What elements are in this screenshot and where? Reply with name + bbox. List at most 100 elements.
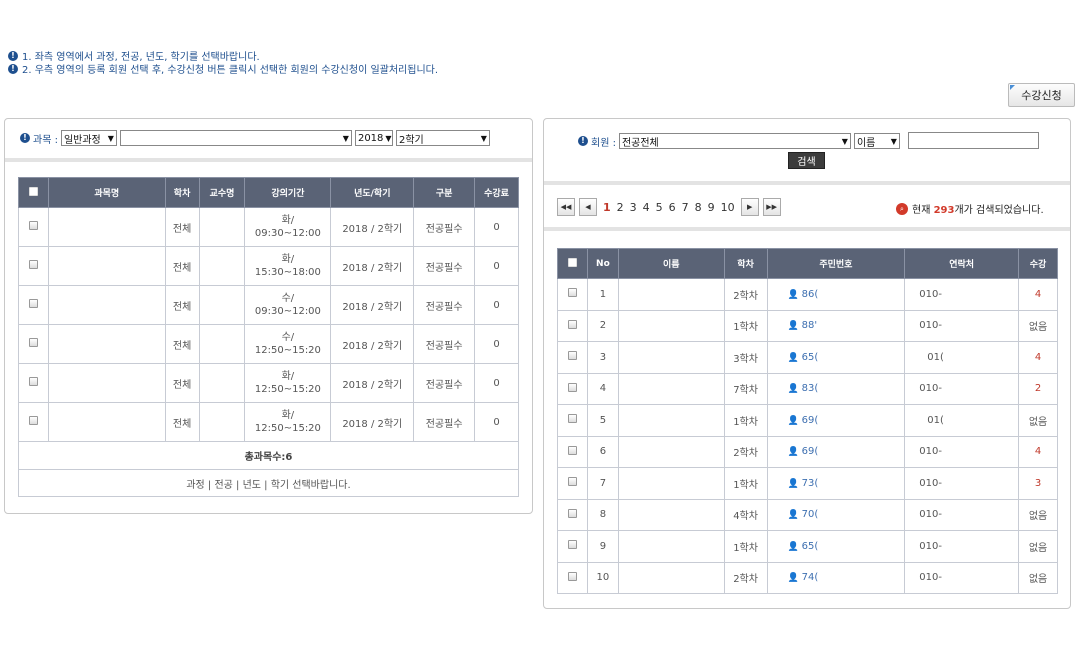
major-select[interactable]: 전공전체 ▼: [618, 133, 851, 149]
search-button[interactable]: 검색: [788, 152, 825, 169]
row-checkbox[interactable]: [18, 324, 49, 364]
member-filter: ! 회원 : 전공전체 ▼ 이름 ▼: [578, 133, 900, 149]
resident-number[interactable]: 👤 74(: [766, 561, 906, 594]
col-header: 수강: [1018, 248, 1058, 279]
phone: 010-: [904, 309, 1020, 342]
user-icon: 👤: [787, 478, 802, 489]
page-link[interactable]: 7: [682, 201, 689, 214]
select-all-checkbox[interactable]: [557, 248, 588, 279]
row-checkbox[interactable]: [557, 278, 588, 311]
page-link[interactable]: 8: [695, 201, 702, 214]
course-select[interactable]: 일반과정 ▼: [60, 130, 117, 146]
resident-number[interactable]: 👤 83(: [766, 372, 906, 405]
divider: [5, 158, 532, 162]
col-header: 구분: [413, 177, 476, 208]
year-select[interactable]: 2018 ▼: [354, 130, 393, 146]
member-grade: 2학차: [723, 435, 768, 468]
resident-number[interactable]: 👤 70(: [766, 498, 906, 531]
row-checkbox[interactable]: [557, 561, 588, 594]
row-checkbox[interactable]: [18, 246, 49, 286]
row-checkbox[interactable]: [557, 309, 588, 342]
phone: 01(: [904, 341, 1020, 374]
row-checkbox[interactable]: [557, 530, 588, 563]
member-name: [617, 498, 725, 531]
phone: 010-: [904, 435, 1020, 468]
member-name: [617, 341, 725, 374]
notice-text: 2. 우측 영역의 등록 회원 선택 후, 수강신청 버튼 클릭시 선택한 회원…: [22, 65, 439, 76]
resident-number[interactable]: 👤 65(: [766, 530, 906, 563]
subject-name: [47, 285, 166, 325]
user-icon: 👤: [787, 447, 802, 458]
enroll-button[interactable]: 수강신청: [1008, 83, 1075, 107]
lecture-period: 화/15:30~18:00: [244, 246, 332, 286]
info-icon: !: [8, 63, 18, 74]
year-term: 2018 / 2학기: [330, 207, 415, 247]
member-no: 9: [586, 530, 619, 563]
table-row: 전체 화/15:30~18:00 2018 / 2학기 전공필수 0: [18, 246, 519, 286]
divider: [544, 227, 1070, 231]
row-checkbox[interactable]: [557, 404, 588, 437]
member-grade: 1학차: [723, 309, 768, 342]
page-link[interactable]: 9: [708, 201, 715, 214]
result-count: ⌕ 현재 293개가 검색되었습니다.: [896, 201, 1044, 216]
row-checkbox[interactable]: [557, 498, 588, 531]
page-link[interactable]: 10: [721, 201, 735, 214]
row-checkbox[interactable]: [18, 207, 49, 247]
col-header: 과목명: [47, 177, 166, 208]
category: 전공필수: [413, 207, 476, 247]
row-checkbox[interactable]: [557, 435, 588, 468]
enroll-count: 4: [1018, 341, 1058, 374]
fee: 0: [474, 402, 519, 442]
user-icon: 👤: [787, 415, 802, 426]
member-no: 1: [586, 278, 619, 311]
member-name: [617, 372, 725, 405]
page-link[interactable]: 4: [643, 201, 650, 214]
member-name: [617, 467, 725, 500]
member-name: [617, 404, 725, 437]
row-checkbox[interactable]: [18, 402, 49, 442]
subject-table: 과목명 학차 교수명 강의기간 년도/학기 구분 수강료 전체 화/09:30~1…: [18, 177, 519, 497]
col-header: 교수명: [198, 177, 246, 208]
resident-number[interactable]: 👤 73(: [766, 467, 906, 500]
selection-hint: 과정 | 전공 | 년도 | 학기 선택바랍니다.: [18, 469, 519, 497]
resident-number[interactable]: 👤 86(: [766, 278, 906, 311]
subject-select[interactable]: ▼: [119, 130, 352, 146]
table-row: 7 1학차 👤 73(010- 3: [557, 467, 1058, 500]
search-input[interactable]: [908, 132, 1039, 149]
row-checkbox[interactable]: [557, 467, 588, 500]
row-checkbox[interactable]: [557, 372, 588, 405]
category: 전공필수: [413, 363, 476, 403]
fee: 0: [474, 207, 519, 247]
notice-2: ! 2. 우측 영역의 등록 회원 선택 후, 수강신청 버튼 클릭시 선택한 …: [8, 61, 438, 76]
user-icon: 👤: [787, 541, 802, 552]
page-link[interactable]: 5: [656, 201, 663, 214]
prev-page-button[interactable]: ◀: [579, 198, 597, 216]
chevron-down-icon: ▼: [480, 133, 487, 143]
term-select[interactable]: 2학기 ▼: [395, 130, 490, 146]
next-page-button[interactable]: ▶: [740, 198, 759, 216]
fee: 0: [474, 324, 519, 364]
row-checkbox[interactable]: [557, 341, 588, 374]
member-name: [617, 530, 725, 563]
first-page-button[interactable]: ◀◀: [557, 198, 575, 216]
col-header: 강의기간: [244, 177, 332, 208]
row-checkbox[interactable]: [18, 285, 49, 325]
table-row: 1 2학차 👤 86(010- 4: [557, 278, 1058, 311]
search-field-select[interactable]: 이름 ▼: [853, 133, 900, 149]
phone: 010-: [904, 278, 1020, 311]
member-name: [617, 561, 725, 594]
table-row: 8 4학차 👤 70(010- 없음: [557, 498, 1058, 531]
col-header: No: [586, 248, 619, 279]
page-link[interactable]: 2: [617, 201, 624, 214]
resident-number[interactable]: 👤 88': [766, 309, 906, 342]
col-header: 주민번호: [766, 248, 906, 279]
select-all-checkbox[interactable]: [18, 177, 49, 208]
row-checkbox[interactable]: [18, 363, 49, 403]
page-link[interactable]: 6: [669, 201, 676, 214]
resident-number[interactable]: 👤 69(: [766, 404, 906, 437]
page-link[interactable]: 3: [630, 201, 637, 214]
resident-number[interactable]: 👤 69(: [766, 435, 906, 468]
resident-number[interactable]: 👤 65(: [766, 341, 906, 374]
page-link[interactable]: 1: [603, 201, 611, 214]
last-page-button[interactable]: ▶▶: [762, 198, 781, 216]
